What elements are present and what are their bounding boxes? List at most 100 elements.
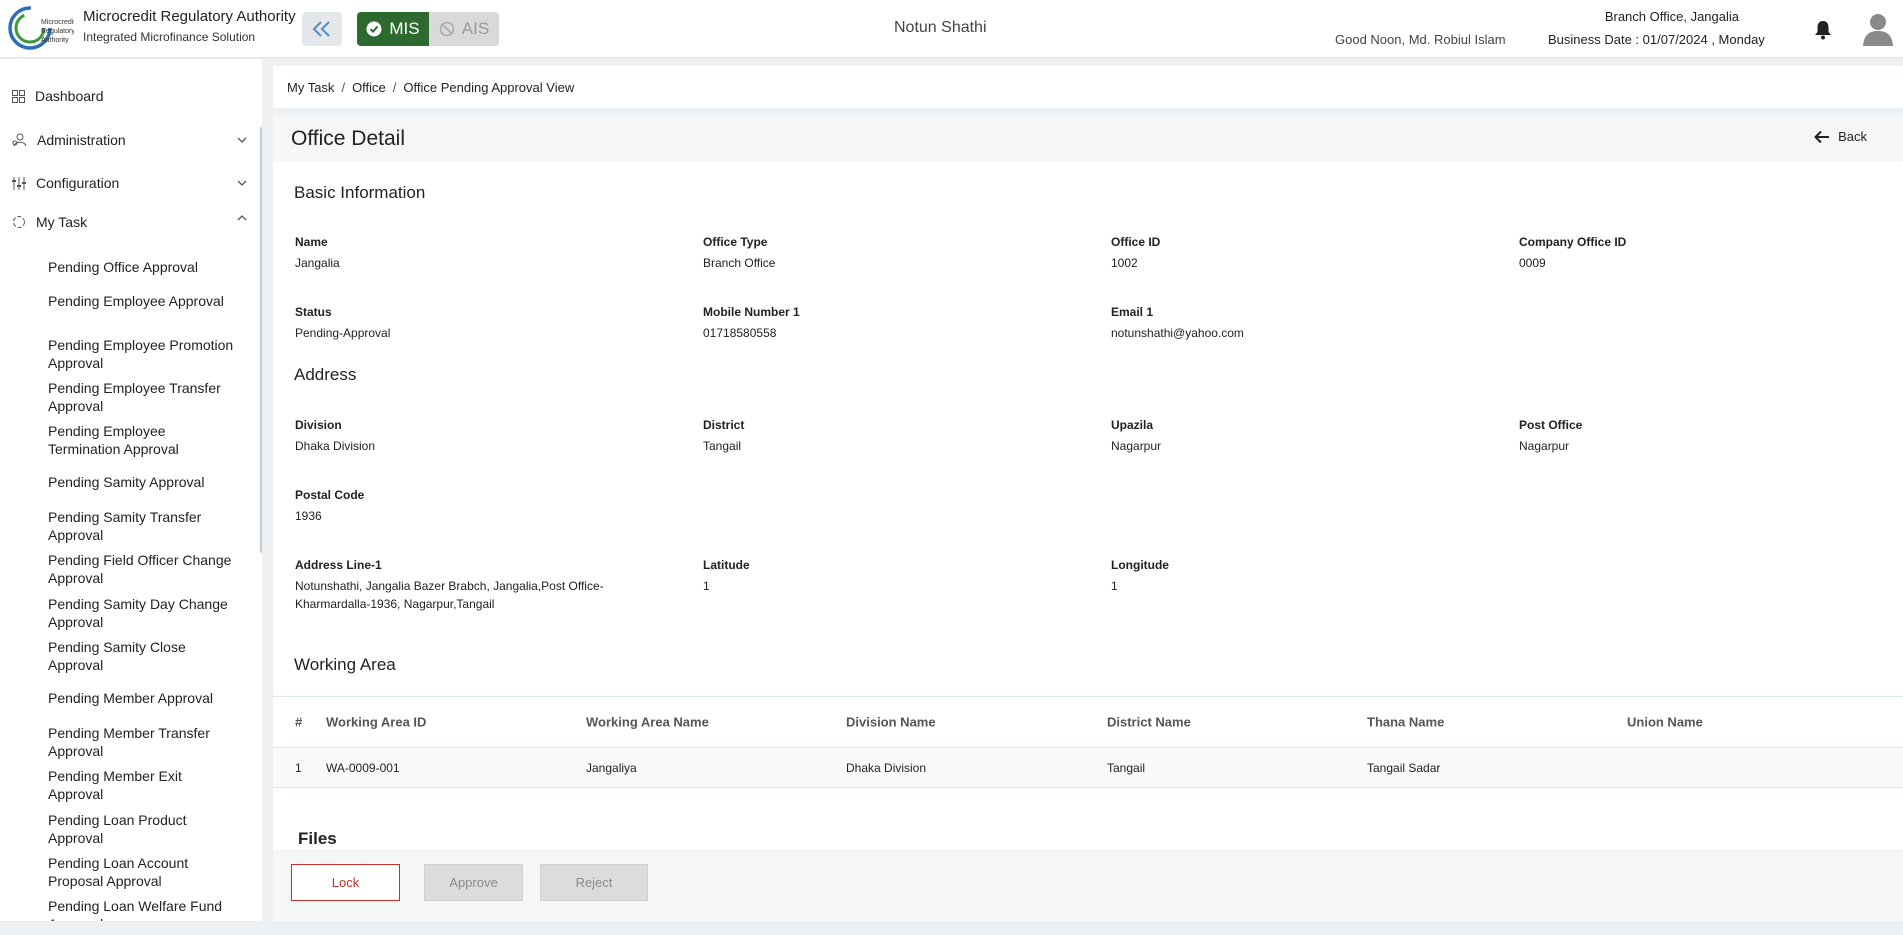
section-title-working-area: Working Area — [294, 655, 396, 674]
sidebar-subitem-pending-samity-approval[interactable]: Pending Samity Approval — [48, 473, 238, 491]
svg-text:Regulatory: Regulatory — [41, 28, 74, 35]
sidebar-subitem-pending-member-exit-approval[interactable]: Pending Member Exit Approval — [48, 767, 238, 803]
sidebar-subitem-pending-member-transfer-approval[interactable]: Pending Member Transfer Approval — [48, 724, 238, 760]
mode-ais-button[interactable]: AIS — [429, 12, 499, 46]
section-title-files: Files — [298, 829, 337, 848]
approve-button[interactable]: Approve — [424, 864, 523, 901]
sidebar-subitem-pending-office-approval[interactable]: Pending Office Approval — [48, 258, 238, 276]
users-icon — [12, 133, 27, 147]
chevron-down-icon — [237, 137, 247, 143]
sidebar-scrollbar[interactable] — [260, 127, 262, 553]
sidebar-item-dashboard[interactable]: Dashboard — [12, 85, 104, 107]
user-greeting: Good Noon, Md. Robiul Islam — [1335, 32, 1506, 47]
sidebar-item-my-task[interactable]: My Task — [12, 211, 87, 233]
column-header: Union Name — [1627, 714, 1703, 730]
field-value-latitude: 1 — [703, 579, 710, 593]
field-value-postal-code: 1936 — [295, 509, 322, 523]
sidebar-item-label: Dashboard — [35, 88, 104, 104]
page-title-bar: Office Detail Back — [273, 115, 1903, 161]
field-value-upazila: Nagarpur — [1111, 439, 1162, 453]
table-cell: Dhaka Division — [846, 760, 927, 775]
user-avatar-icon[interactable] — [1862, 12, 1894, 51]
field-label-office-id: Office ID — [1111, 235, 1161, 249]
field-label-address-line-1: Address Line-1 — [295, 558, 382, 572]
back-label: Back — [1838, 129, 1867, 144]
sidebar-subitem-pending-loan-product-approval[interactable]: Pending Loan Product Approval — [48, 811, 238, 847]
org-subtitle: Integrated Microfinance Solution — [83, 30, 256, 44]
mode-mis-button[interactable]: MIS — [357, 12, 429, 46]
top-header: Microcredit Regulatory Authority Microcr… — [0, 0, 1903, 58]
sidebar-item-administration[interactable]: Administration — [12, 129, 126, 151]
double-chevron-left-icon — [312, 21, 330, 37]
reject-button[interactable]: Reject — [540, 864, 648, 901]
sidebar-subitem-pending-loan-account-proposal-approval[interactable]: Pending Loan Account Proposal Approval — [48, 854, 238, 890]
sidebar-item-label: Configuration — [36, 175, 120, 191]
office-detail-panel: Office Detail Back Basic Information Nam… — [273, 115, 1903, 921]
notification-bell-icon[interactable] — [1813, 19, 1833, 46]
field-value-name: Jangalia — [295, 256, 340, 270]
field-label-company-office-id: Company Office ID — [1519, 235, 1627, 249]
sidebar-subitem-pending-loan-welfare-fund-approval[interactable]: Pending Loan Welfare Fund Approval — [48, 897, 238, 921]
app-title: Notun Shathi — [894, 19, 987, 36]
section-title-address: Address — [294, 365, 357, 384]
breadcrumb-separator: / — [392, 79, 397, 95]
field-value-email: notunshathi@yahoo.com — [1111, 326, 1244, 340]
field-label-longitude: Longitude — [1111, 558, 1169, 572]
refresh-icon — [13, 216, 25, 228]
breadcrumb-item-office[interactable]: Office — [352, 80, 386, 95]
sidebar-subitem-pending-employee-promotion-approval[interactable]: Pending Employee Promotion Approval — [48, 336, 238, 372]
mode-toggle: MIS AIS — [357, 12, 499, 46]
column-header: Working Area Name — [586, 714, 709, 730]
section-title-basic-information: Basic Information — [294, 183, 426, 202]
field-label-district: District — [703, 418, 745, 432]
field-value-post-office: Nagarpur — [1519, 439, 1570, 453]
field-label-name: Name — [295, 235, 328, 249]
field-label-division: Division — [295, 418, 342, 432]
sidebar-subitem-pending-samity-close-approval[interactable]: Pending Samity Close Approval — [48, 638, 238, 674]
working-area-table: # Working Area ID Working Area Name Divi… — [273, 696, 1903, 788]
arrow-left-icon — [1814, 130, 1830, 143]
sidebar-item-configuration[interactable]: Configuration — [12, 172, 119, 194]
field-value-company-office-id: 0009 — [1519, 256, 1546, 270]
sidebar-subitem-pending-field-officer-change-approval[interactable]: Pending Field Officer Change Approval — [48, 551, 238, 587]
sidebar-subitem-pending-employee-transfer-approval[interactable]: Pending Employee Transfer Approval — [48, 379, 238, 415]
field-label-email: Email 1 — [1111, 305, 1154, 319]
svg-text:Authority: Authority — [41, 37, 69, 44]
sidebar-subitem-pending-employee-termination-approval[interactable]: Pending Employee Termination Approval — [48, 422, 238, 458]
column-header: Division Name — [846, 714, 936, 730]
field-label-postal-code: Postal Code — [295, 488, 365, 502]
table-cell: Tangail Sadar — [1367, 760, 1441, 775]
field-label-latitude: Latitude — [703, 558, 750, 572]
grid-icon — [12, 89, 25, 103]
breadcrumb-item-my-task[interactable]: My Task — [287, 80, 334, 95]
check-circle-icon — [366, 21, 382, 37]
sidebar: Dashboard Administration Configuration M… — [0, 59, 262, 921]
mra-logo: Microcredit Regulatory Authority — [8, 4, 75, 52]
sidebar-subitem-pending-employee-approval[interactable]: Pending Employee Approval — [48, 292, 238, 310]
sidebar-subitem-pending-member-approval[interactable]: Pending Member Approval — [48, 689, 238, 707]
collapse-sidebar-button[interactable] — [302, 12, 342, 46]
table-header: # Working Area ID Working Area Name Divi… — [273, 696, 1903, 748]
table-cell: WA-0009-001 — [326, 760, 400, 775]
branch-name: Branch Office, Jangalia — [1604, 9, 1739, 24]
mode-mis-label: MIS — [389, 19, 420, 38]
field-label-upazila: Upazila — [1111, 418, 1154, 432]
column-header: District Name — [1107, 714, 1191, 730]
back-button[interactable]: Back — [1814, 129, 1867, 144]
block-icon — [439, 21, 455, 37]
field-value-district: Tangail — [703, 439, 742, 453]
sidebar-subitem-pending-samity-transfer-approval[interactable]: Pending Samity Transfer Approval — [48, 508, 238, 544]
field-value-office-type: Branch Office — [703, 256, 776, 270]
breadcrumb: My Task / Office / Office Pending Approv… — [273, 66, 1903, 108]
field-value-address-line-1: Notunshathi, Jangalia Bazer Brabch, Jang… — [295, 579, 604, 611]
chevron-down-icon — [237, 180, 247, 186]
lock-button[interactable]: Lock — [291, 864, 400, 901]
column-header: Thana Name — [1367, 714, 1445, 730]
field-label-office-type: Office Type — [703, 235, 768, 249]
table-cell: Tangail — [1107, 760, 1146, 775]
sidebar-item-label: Administration — [37, 132, 126, 148]
field-value-longitude: 1 — [1111, 579, 1118, 593]
sidebar-subitem-pending-samity-day-change-approval[interactable]: Pending Samity Day Change Approval — [48, 595, 238, 631]
field-value-division: Dhaka Division — [295, 439, 376, 453]
field-value-office-id: 1002 — [1111, 256, 1138, 270]
